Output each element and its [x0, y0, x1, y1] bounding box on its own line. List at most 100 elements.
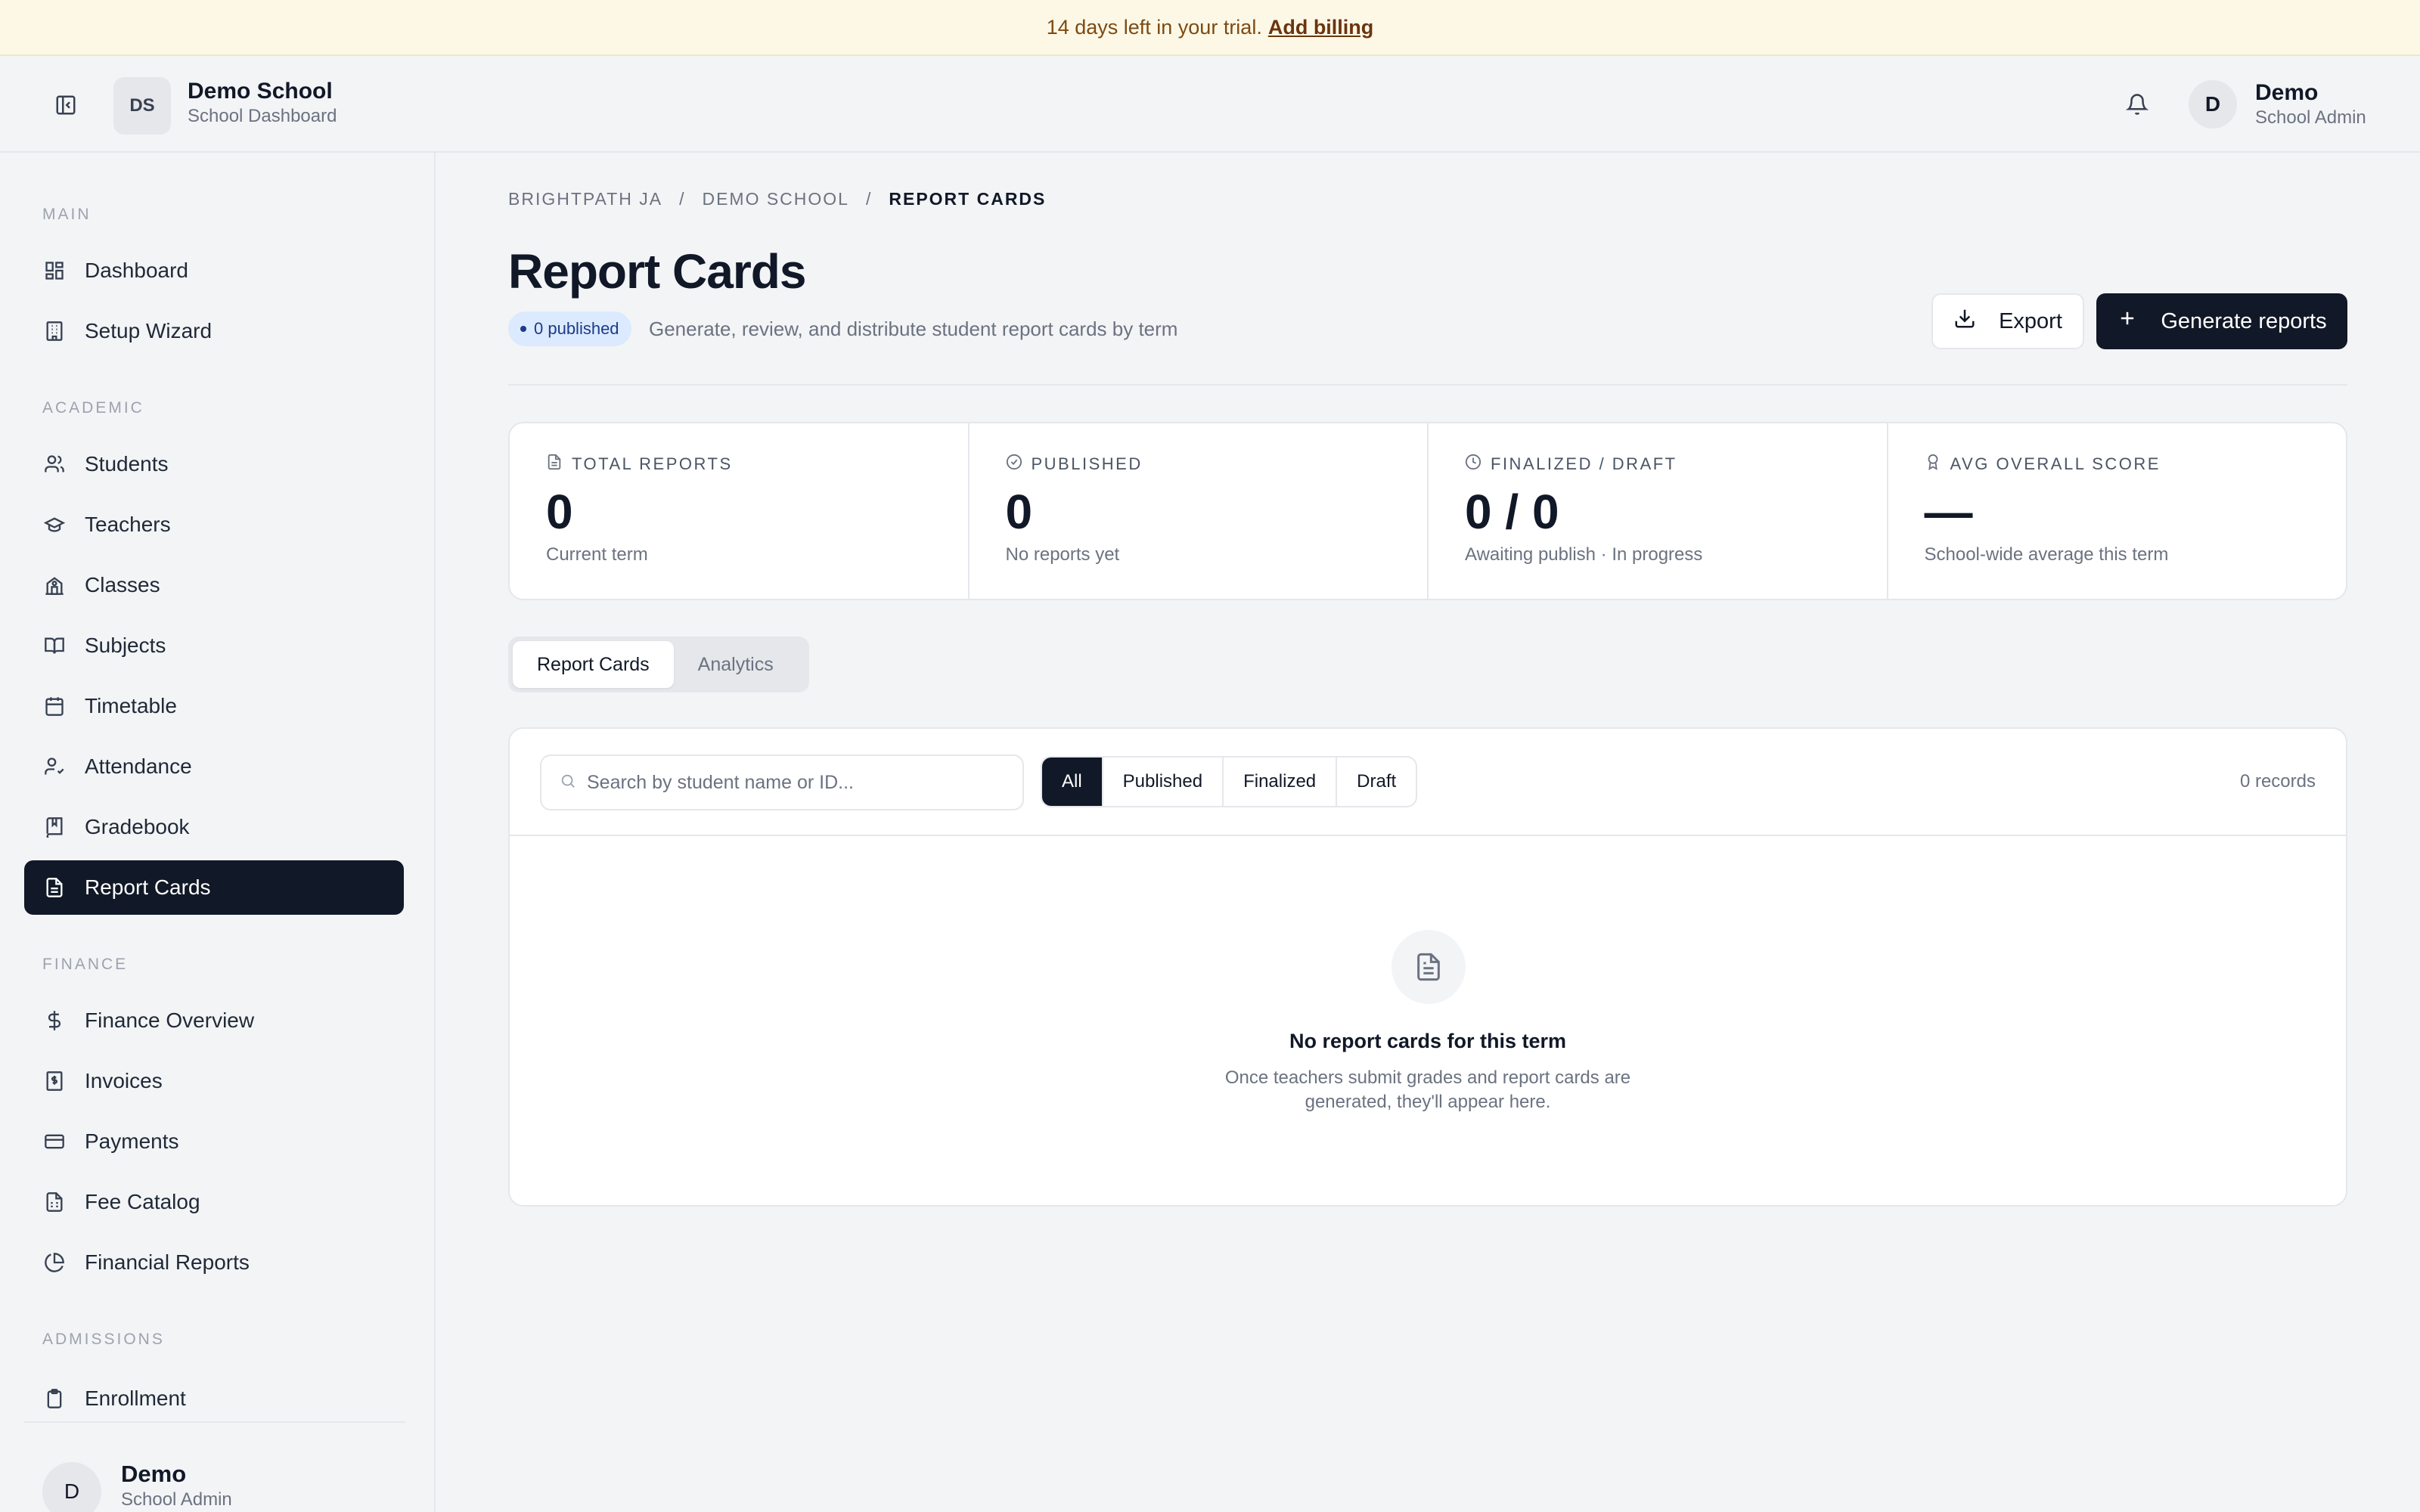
sidebar-item-label: Enrollment: [85, 1387, 186, 1410]
sidebar-item-label: Gradebook: [85, 815, 190, 838]
check-circle-icon: [1006, 454, 1022, 475]
plus-icon: [2117, 308, 2138, 335]
sidebar-item-label: Students: [85, 452, 169, 476]
breadcrumb-separator: /: [679, 189, 686, 209]
page-subtitle: Generate, review, and distribute student…: [649, 318, 1178, 340]
sidebar-item-payments[interactable]: Payments: [24, 1114, 404, 1169]
school-name: Demo School: [188, 79, 333, 104]
stat-label: AVG OVERALL SCORE: [1950, 454, 2161, 473]
status-badge: 0 published: [508, 311, 631, 346]
school-subtitle: School Dashboard: [188, 106, 337, 126]
records-count: 0 records: [2239, 771, 2316, 792]
sidebar-item-students[interactable]: Students: [24, 437, 404, 491]
sidebar-item-dashboard[interactable]: Dashboard: [24, 243, 404, 298]
sidebar-item-setup-wizard[interactable]: Setup Wizard: [24, 304, 404, 358]
sidebar-item-enrollment[interactable]: Enrollment: [24, 1368, 404, 1411]
filter-draft[interactable]: Draft: [1337, 758, 1416, 806]
export-button[interactable]: Export: [1931, 293, 2084, 349]
calendar-icon: [42, 694, 67, 718]
records-card: All Published Finalized Draft 0 records …: [508, 727, 2347, 1207]
breadcrumb: BRIGHTPATH JA / DEMO SCHOOL / REPORT CAR…: [508, 189, 1046, 209]
divider: [508, 384, 2347, 386]
stat-finalized-draft: FINALIZED / DRAFT 0 / 0 Awaiting publish…: [1429, 423, 1888, 599]
sidebar-item-label: Attendance: [85, 754, 192, 778]
bell-icon[interactable]: [2122, 89, 2152, 119]
sidebar-item-finance-overview[interactable]: Finance Overview: [24, 993, 404, 1048]
sidebar-toggle-icon[interactable]: [51, 91, 80, 119]
stats-panel: TOTAL REPORTS 0 Current term PUBLISHED 0…: [508, 422, 2347, 600]
breadcrumb-item[interactable]: BRIGHTPATH JA: [508, 189, 662, 209]
generate-reports-button[interactable]: Generate reports: [2096, 293, 2347, 349]
stat-published: PUBLISHED 0 No reports yet: [970, 423, 1429, 599]
sidebar-user-role: School Admin: [121, 1489, 232, 1510]
stat-note: Current term: [546, 544, 648, 565]
clock-icon: [1465, 454, 1481, 475]
dashboard-icon: [42, 259, 67, 283]
trial-text: 14 days left in your trial.: [1046, 15, 1262, 39]
book-open-icon: [42, 634, 67, 658]
search-icon: [560, 773, 576, 793]
add-billing-link[interactable]: Add billing: [1268, 16, 1373, 39]
download-icon: [1953, 307, 1976, 336]
view-tabs: Report Cards Analytics: [508, 637, 809, 692]
top-bar: DS Demo School School Dashboard D Demo S…: [0, 56, 2420, 153]
sidebar-item-timetable[interactable]: Timetable: [24, 679, 404, 733]
sidebar-item-invoices[interactable]: Invoices: [24, 1054, 404, 1108]
sidebar-item-teachers[interactable]: Teachers: [24, 497, 404, 552]
empty-state: No report cards for this term Once teach…: [510, 836, 2346, 1207]
sidebar-item-financial-reports[interactable]: Financial Reports: [24, 1235, 404, 1290]
sidebar-item-label: Dashboard: [85, 259, 188, 282]
dollar-sign-icon: [42, 1009, 67, 1033]
file-icon: [546, 454, 563, 475]
page-title: Report Cards: [508, 244, 806, 299]
stat-note: No reports yet: [1005, 544, 1120, 565]
stat-value: 0: [546, 485, 573, 539]
sidebar-item-gradebook[interactable]: Gradebook: [24, 800, 404, 854]
stat-label: TOTAL REPORTS: [572, 454, 733, 473]
graduation-cap-icon: [42, 513, 67, 537]
sidebar-item-subjects[interactable]: Subjects: [24, 618, 404, 673]
search-input[interactable]: [587, 771, 1010, 794]
filter-published[interactable]: Published: [1103, 758, 1224, 806]
building-icon: [42, 319, 67, 343]
stat-note: Awaiting publish · In progress: [1465, 544, 1703, 565]
breadcrumb-item[interactable]: DEMO SCHOOL: [702, 189, 849, 209]
filter-finalized[interactable]: Finalized: [1224, 758, 1338, 806]
file-text-icon: [1392, 930, 1466, 1004]
users-icon: [42, 452, 67, 476]
sidebar-user[interactable]: D Demo School Admin: [24, 1421, 405, 1512]
school-icon: [42, 573, 67, 597]
sidebar-item-label: Teachers: [85, 513, 171, 536]
main-content: BRIGHTPATH JA / DEMO SCHOOL / REPORT CAR…: [436, 153, 2420, 1512]
file-spreadsheet-icon: [42, 1190, 67, 1214]
stat-label: FINALIZED / DRAFT: [1491, 454, 1677, 473]
sidebar-item-report-cards[interactable]: Report Cards: [24, 860, 404, 915]
tab-report-cards[interactable]: Report Cards: [513, 641, 674, 688]
sidebar-item-label: Report Cards: [85, 875, 211, 899]
sidebar-item-label: Setup Wizard: [85, 319, 213, 342]
stat-value: —: [1924, 485, 1973, 539]
sidebar-item-label: Fee Catalog: [85, 1190, 200, 1213]
section-admissions: ADMISSIONS: [42, 1331, 165, 1348]
sidebar-item-fee-catalog[interactable]: Fee Catalog: [24, 1175, 404, 1229]
user-check-icon: [42, 754, 67, 779]
sidebar-item-attendance[interactable]: Attendance: [24, 739, 404, 794]
stat-total-reports: TOTAL REPORTS 0 Current term: [510, 423, 970, 599]
section-finance: FINANCE: [42, 956, 129, 973]
filter-all[interactable]: All: [1042, 758, 1103, 806]
sidebar-item-label: Classes: [85, 573, 160, 596]
status-filter: All Published Finalized Draft: [1041, 756, 1418, 807]
sidebar-item-label: Payments: [85, 1129, 179, 1153]
empty-title: No report cards for this term: [1289, 1030, 1567, 1052]
user-avatar[interactable]: D: [2189, 80, 2237, 129]
clipboard-icon: [42, 1387, 67, 1411]
invoice-icon: [42, 1069, 67, 1093]
sidebar-item-classes[interactable]: Classes: [24, 558, 404, 612]
tab-analytics[interactable]: Analytics: [674, 641, 798, 688]
stat-avg-score: AVG OVERALL SCORE — School-wide average …: [1888, 423, 2347, 599]
file-text-icon: [42, 875, 67, 900]
empty-description: Once teachers submit grades and report c…: [1224, 1067, 1631, 1112]
sidebar-item-label: Financial Reports: [85, 1250, 250, 1274]
generate-label: Generate reports: [2161, 308, 2327, 333]
breadcrumb-separator: /: [865, 189, 873, 209]
